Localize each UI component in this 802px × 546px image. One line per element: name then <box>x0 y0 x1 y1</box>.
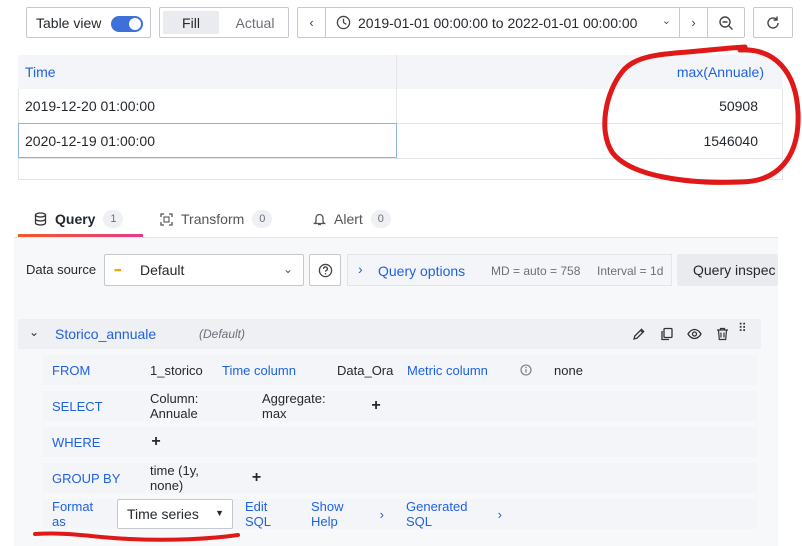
tab-query-label: Query <box>55 211 96 227</box>
where-label: WHERE <box>42 427 138 457</box>
chevron-down-icon: ⌄ <box>661 15 671 27</box>
interval-value: Interval = 1d <box>597 264 664 278</box>
time-range-text: 2019-01-01 00:00:00 to 2022-01-01 00:00:… <box>358 14 638 31</box>
select-aggregate-part[interactable]: Aggregate: max <box>252 391 360 421</box>
fill-button[interactable]: Fill <box>163 11 219 34</box>
group-by-row: GROUP BY time (1y, none) + <box>42 463 757 493</box>
data-source-label: Data source <box>26 262 97 277</box>
format-as-select[interactable]: Time series ▼ <box>117 499 233 529</box>
from-row: FROM 1_storico Time column Data_Ora Metr… <box>42 355 757 385</box>
metric-column-select[interactable]: none <box>544 355 592 385</box>
annotation-underline <box>33 531 240 542</box>
table-cell-time: 2020-12-19 01:00:00 <box>25 133 155 149</box>
zoom-out-button[interactable] <box>708 8 744 37</box>
collapse-chevron-icon[interactable]: ⌄ <box>29 325 39 339</box>
refresh-button[interactable] <box>753 7 793 38</box>
annotation-circle <box>602 44 801 185</box>
toggle-switch[interactable] <box>111 16 143 32</box>
time-range-group: ‹ 2019-01-01 00:00:00 to 2022-01-01 00:0… <box>297 7 745 38</box>
where-add-button[interactable]: + <box>140 427 172 457</box>
database-icon <box>34 212 47 226</box>
group-by-row-filler <box>273 463 757 493</box>
select-add-button[interactable]: + <box>362 391 390 421</box>
metric-column-label: Metric column <box>397 355 542 385</box>
tab-transform-label: Transform <box>181 211 245 227</box>
query-inspector-button[interactable]: Query inspec <box>677 254 778 286</box>
group-by-value[interactable]: time (1y, none) <box>140 463 240 493</box>
trash-icon[interactable] <box>716 327 729 341</box>
time-forward-button[interactable]: › <box>680 8 708 37</box>
format-row-filler <box>514 499 757 529</box>
query-options-button[interactable]: Query options <box>378 263 465 279</box>
clock-icon <box>336 15 351 30</box>
max-data-points: MD = auto = 758 <box>491 264 581 278</box>
edit-icon[interactable] <box>632 327 646 341</box>
caret-down-icon: ▼ <box>215 508 224 518</box>
tab-query-count: 1 <box>103 210 124 228</box>
time-column-label: Time column <box>212 355 325 385</box>
table-view-toggle[interactable]: Table view <box>26 7 151 38</box>
chevron-right-icon: › <box>358 261 363 277</box>
table-cell-time: 2019-12-20 01:00:00 <box>25 98 155 114</box>
actual-button[interactable]: Actual <box>224 11 286 34</box>
fill-actual-group: Fill Actual <box>159 7 289 38</box>
tab-transform-count: 0 <box>252 210 273 228</box>
select-row-filler <box>392 391 757 421</box>
tab-alert[interactable]: Alert 0 <box>313 206 391 232</box>
eye-icon[interactable] <box>687 327 702 341</box>
time-range-picker[interactable]: 2019-01-01 00:00:00 to 2022-01-01 00:00:… <box>326 8 680 37</box>
query-datasource-tag: (Default) <box>199 327 246 341</box>
column-header-time[interactable]: Time <box>25 64 56 80</box>
tab-alert-count: 0 <box>370 210 391 228</box>
format-as-row: Format as Time series ▼ Edit SQL Show He… <box>42 499 757 529</box>
from-label: FROM <box>42 355 138 385</box>
from-row-filler <box>594 355 757 385</box>
time-back-button[interactable]: ‹ <box>298 8 326 37</box>
tab-query[interactable]: Query 1 <box>34 206 124 232</box>
generated-sql-button[interactable]: Generated SQL › <box>396 499 512 529</box>
info-icon <box>520 364 532 376</box>
select-column-part[interactable]: Column: Annuale <box>140 391 250 421</box>
show-help-button[interactable]: Show Help › <box>301 499 394 529</box>
tab-alert-label: Alert <box>334 211 363 227</box>
edit-sql-button[interactable]: Edit SQL <box>235 499 299 529</box>
refresh-icon <box>765 15 781 31</box>
where-row-filler <box>174 427 757 457</box>
chevron-left-icon: ‹ <box>309 15 314 30</box>
query-options-bar: › Query options MD = auto = 758 Interval… <box>347 254 672 286</box>
table-view-label: Table view <box>36 14 102 31</box>
zoom-out-icon <box>718 15 734 31</box>
bell-icon <box>313 212 326 226</box>
select-label: SELECT <box>42 391 138 421</box>
query-row-header: ⌄ Storico_annuale (Default) ⠿ <box>18 319 761 349</box>
chevron-right-icon: › <box>497 506 502 522</box>
query-name[interactable]: Storico_annuale <box>55 326 156 342</box>
chevron-right-icon: › <box>379 506 384 522</box>
group-by-label: GROUP BY <box>42 463 138 493</box>
transform-icon <box>160 212 173 226</box>
format-as-label: Format as <box>42 499 114 529</box>
datasource-logo-icon: ▪▪▪ <box>114 265 122 275</box>
where-row: WHERE + <box>42 427 757 457</box>
time-column-select[interactable]: Data_Ora <box>327 355 395 385</box>
data-source-picker[interactable]: ▪▪▪ Default ⌄ <box>104 254 304 286</box>
drag-handle-icon[interactable]: ⠿ <box>738 322 750 334</box>
tab-transform[interactable]: Transform 0 <box>160 206 273 232</box>
chevron-right-icon: › <box>691 15 696 30</box>
from-table-select[interactable]: 1_storico <box>140 355 210 385</box>
chevron-down-icon: ⌄ <box>282 262 293 276</box>
data-source-value: Default <box>140 262 185 278</box>
group-by-add-button[interactable]: + <box>242 463 271 493</box>
question-circle-icon <box>318 263 333 278</box>
datasource-help-button[interactable] <box>309 254 341 286</box>
duplicate-icon[interactable] <box>660 327 674 341</box>
select-row: SELECT Column: Annuale Aggregate: max + <box>42 391 757 421</box>
